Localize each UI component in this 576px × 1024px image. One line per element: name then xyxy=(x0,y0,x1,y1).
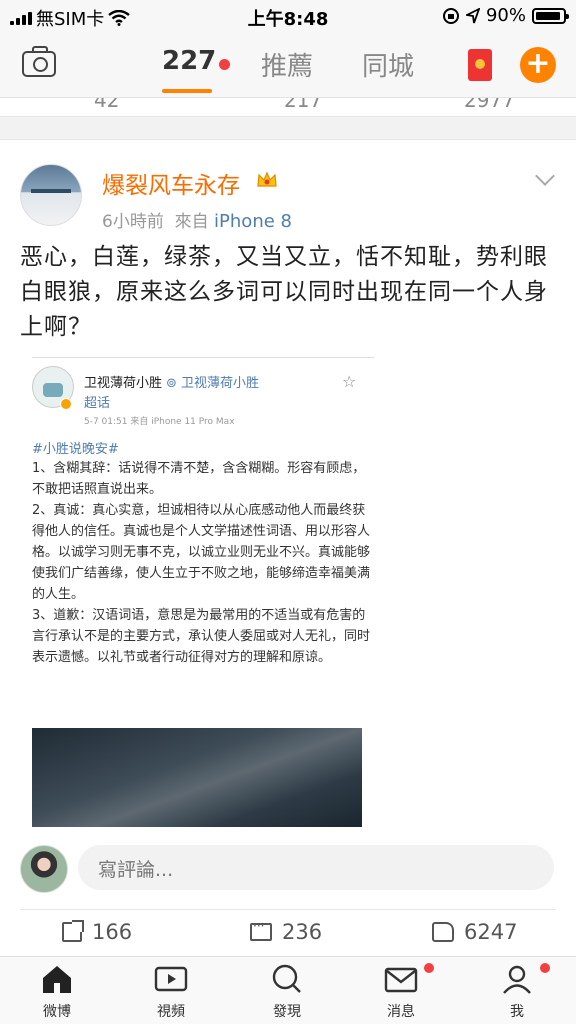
tab-label-video: 視頻 xyxy=(157,1004,185,1020)
share-icon xyxy=(62,920,84,942)
status-right: 90% xyxy=(442,5,569,26)
tab-label-discover: 發現 xyxy=(273,1004,301,1020)
location-icon xyxy=(465,7,480,23)
compose-button[interactable]: + xyxy=(520,47,556,83)
source-prefix: 來自 xyxy=(174,212,209,232)
current-user-avatar xyxy=(20,845,68,893)
battery-percent: 90% xyxy=(485,5,526,26)
feed-separator xyxy=(0,116,576,140)
thumbs-up-icon xyxy=(432,922,454,942)
vip-crown-icon xyxy=(257,171,277,187)
author-avatar[interactable] xyxy=(20,164,82,226)
prev-share-count[interactable]: 42 xyxy=(94,98,119,112)
embedded-meta: 5-7 01:51 来自 iPhone 11 Pro Max xyxy=(84,417,235,427)
previous-post-actions: 42 217 2977 xyxy=(0,98,576,114)
search-icon xyxy=(272,964,301,993)
author-name[interactable]: 爆裂风车永存 xyxy=(102,166,240,200)
post-body: 恶心，白莲，绿茶，又当又立，恬不知耻，势利眼白眼狼，原来这么多词可以同时出现在同… xyxy=(20,244,548,340)
comment-icon xyxy=(250,919,272,941)
post-source: iPhone 8 xyxy=(214,211,292,232)
status-bar: 無SIM卡 上午8:48 90% xyxy=(0,0,576,32)
embedded-topic-label: 卫视薄荷小胜 xyxy=(181,376,260,391)
battery-icon xyxy=(532,7,569,24)
tab-label-weibo: 微博 xyxy=(43,1004,71,1020)
embedded-sky-photo xyxy=(32,728,362,827)
home-icon xyxy=(43,966,71,993)
mail-icon xyxy=(384,967,418,993)
verified-badge-icon xyxy=(60,398,72,410)
tab-me[interactable]: 我 xyxy=(482,963,552,1021)
post-time: 6小時前 xyxy=(102,212,164,232)
comment-count: 236 xyxy=(282,920,323,944)
share-count: 166 xyxy=(92,920,133,944)
unread-dot xyxy=(219,59,230,70)
embedded-hashtag: #小胜说晚安# xyxy=(32,442,119,457)
bottom-tab-bar: 微博 視頻 發現 消息 我 xyxy=(0,956,576,1024)
top-nav: 227 推薦 同城 + xyxy=(0,32,576,98)
video-icon xyxy=(154,966,188,992)
embedded-author: 卫视薄荷小胜 xyxy=(84,376,163,391)
prev-like-count[interactable]: 2977 xyxy=(464,98,515,112)
profile-icon xyxy=(503,965,531,994)
comment-button[interactable]: 236 xyxy=(250,919,323,944)
share-button[interactable]: 166 xyxy=(62,920,132,944)
post-image[interactable]: 卫视薄荷小胜 ⊚ 卫视薄荷小胜 超话 ☆ 5-7 01:51 来自 iPhone… xyxy=(32,357,374,827)
me-unread-dot xyxy=(540,963,550,973)
divider xyxy=(20,909,556,910)
tab-following[interactable]: 227 xyxy=(162,46,216,76)
red-packet-icon[interactable] xyxy=(468,49,492,81)
tab-recommend[interactable]: 推薦 xyxy=(261,46,313,83)
tab-discover[interactable]: 發現 xyxy=(252,963,322,1021)
prev-comment-count[interactable]: 217 xyxy=(284,98,322,112)
tab-messages[interactable]: 消息 xyxy=(366,963,436,1021)
comment-input[interactable]: 寫評論... xyxy=(78,845,554,890)
star-icon: ☆ xyxy=(342,372,357,391)
post-meta: 6小時前 來自 iPhone 8 xyxy=(102,207,292,232)
tab-local[interactable]: 同城 xyxy=(362,46,414,83)
active-tab-indicator xyxy=(162,89,212,93)
tab-video[interactable]: 視頻 xyxy=(136,963,206,1021)
like-button[interactable]: 6247 xyxy=(432,920,517,944)
post-options-chevron-icon[interactable] xyxy=(535,166,555,186)
tab-weibo[interactable]: 微博 xyxy=(22,963,92,1021)
messages-unread-dot xyxy=(424,963,434,973)
embedded-body: 1、含糊其辞：话说得不清不楚，含含糊糊。形容有顾虑，不敢把话照直说出来。 2、真… xyxy=(32,461,371,665)
embedded-topic-suffix: 超话 xyxy=(84,396,111,411)
like-count: 6247 xyxy=(464,920,518,944)
embedded-topic: ⊚ 卫视薄荷小胜 xyxy=(166,376,260,391)
orientation-lock-icon xyxy=(442,7,459,24)
tab-label-me: 我 xyxy=(510,1004,524,1020)
tab-label-messages: 消息 xyxy=(387,1004,415,1020)
camera-icon[interactable] xyxy=(22,46,56,77)
